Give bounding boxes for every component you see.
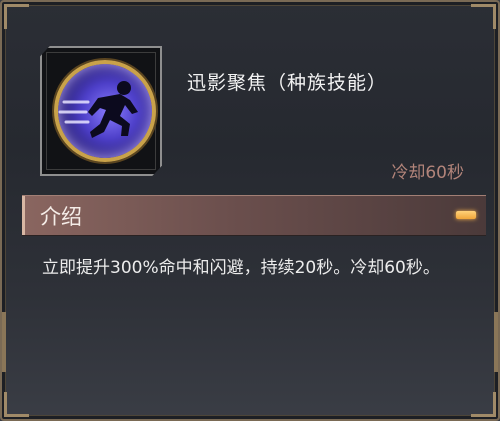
frame-corner	[471, 392, 496, 417]
frame-corner	[471, 4, 496, 29]
skill-tooltip-panel: 迅影聚焦（种族技能） 冷却60秒 介绍 立即提升300%命中和闪避，持续20秒。…	[0, 0, 500, 421]
frame-side-ornament	[2, 312, 6, 372]
skill-icon-frame	[40, 46, 162, 176]
running-figure-icon	[54, 60, 156, 162]
frame-side-ornament	[494, 312, 498, 372]
skill-name: 迅影聚焦（种族技能）	[187, 72, 388, 94]
section-title: 介绍	[40, 205, 82, 229]
frame-corner	[4, 4, 29, 29]
section-header-intro[interactable]: 介绍	[22, 195, 486, 236]
skill-description: 立即提升300%命中和闪避，持续20秒。冷却60秒。	[42, 258, 440, 278]
running-figure-icon-graphic	[58, 81, 138, 138]
section-accent-bar	[22, 196, 25, 235]
collapse-icon[interactable]	[456, 211, 476, 219]
frame-corner	[4, 392, 29, 417]
skill-cooldown: 冷却60秒	[391, 163, 464, 183]
